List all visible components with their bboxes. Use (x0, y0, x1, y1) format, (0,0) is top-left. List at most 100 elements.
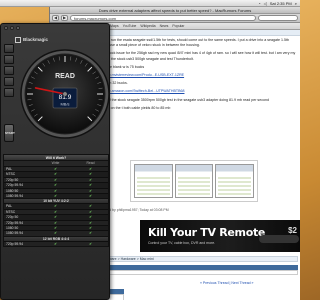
write-status: ✔ (54, 220, 57, 225)
table-row: NTSC ✔ ✔ (4, 171, 108, 176)
read-speed-gauge: READ 81.9 MB/s (20, 49, 110, 139)
column-header (4, 161, 38, 166)
write-status: ✔ (54, 177, 57, 182)
address-bar[interactable]: forums.macrumors.com (70, 15, 256, 21)
advertisement-banner[interactable]: Kill Your TV Remote Control your TV, cab… (140, 220, 300, 252)
read-status: ✔ (89, 183, 92, 188)
write-status: ✔ (54, 193, 57, 198)
column-header: Read (86, 161, 95, 165)
format-name: 720p 50 (6, 177, 19, 182)
post-paragraph: yeah I will run the esata seagate ssd/1.… (94, 38, 289, 48)
volume-icon[interactable]: ◁ (264, 0, 267, 6)
post-link[interactable]: http://www.mvisterreview.com/Produ...E-U… (94, 73, 298, 78)
table-row: PAL ✔ ✔ (4, 203, 108, 208)
format-name: PAL (6, 167, 13, 171)
format-name: PAL (6, 204, 13, 209)
needle-hub (62, 91, 68, 97)
read-status: ✔ (89, 215, 92, 220)
zoom-icon[interactable] (16, 26, 20, 30)
spotlight-icon[interactable]: ⌕ (295, 0, 297, 6)
attachment-thumbnail[interactable] (134, 164, 173, 198)
read-status: ✔ (89, 241, 92, 246)
column-header: Write (51, 161, 60, 165)
read-status: ✔ (89, 167, 92, 171)
table-row: 720p 50 ✔ ✔ (4, 176, 108, 183)
format-name: 720p 59.94 (6, 183, 23, 188)
attached-screenshots (130, 160, 258, 202)
speed-unit: MB/s (60, 102, 69, 107)
gauge-label: READ (55, 73, 75, 80)
format-name: 1080 50 (6, 225, 19, 230)
read-status: ✔ (89, 193, 92, 198)
start-button[interactable]: START (4, 124, 15, 142)
settings-button[interactable] (4, 44, 14, 53)
write-status: ✔ (54, 172, 57, 177)
attachment-thumbnail[interactable] (174, 164, 214, 198)
format-name: 720p 50 (6, 215, 19, 220)
table-row: 1080 50 ✔ ✔ (4, 224, 108, 230)
table-row: 720p 59.94 ✔ ✔ (4, 219, 108, 225)
post-paragraph: first test of the stock seagate 3500rpm … (94, 97, 270, 102)
close-icon[interactable] (4, 26, 8, 30)
read-status: ✔ (89, 172, 92, 177)
format-name: 720p 59.94 (6, 220, 23, 225)
attachment-thumbnail[interactable] (215, 164, 255, 198)
speedtest-titlebar (1, 24, 109, 33)
will-it-work-table: Will it Work? Write Read PAL ✔ ✔ NTSC ✔ ✔ 720p… (3, 154, 109, 248)
disk-speed-test-window: Blackmagic START READ 81.9 MB/s Will it … (0, 23, 110, 300)
post-paragraph: same test on the t both cable yields 80 … (94, 105, 171, 110)
post-paragraph: esat for the blank w is 75 bucks (94, 64, 145, 69)
table-row: 720p 59.94 ✔ ✔ (4, 240, 108, 247)
ad-subtitle: Control your TV, cable box, DVR and more… (148, 241, 216, 245)
write-status: ✔ (54, 209, 57, 214)
read-status: ✔ (89, 231, 92, 236)
bookmark-item[interactable]: News (160, 23, 169, 29)
format-name: 720p 59.94 (6, 241, 23, 246)
minimize-icon[interactable] (10, 26, 14, 30)
post-body: yeah I will run the esata seagate ssd/1.… (94, 38, 298, 114)
write-status: ✔ (54, 215, 57, 220)
side-button[interactable] (4, 77, 14, 86)
menu-bar: ◔ ◁ Sat 2:35 PM ⌕ (0, 0, 300, 7)
table-row: 1080 59.94 ✔ ✔ (4, 192, 108, 198)
table-column-headers: Write Read (4, 161, 108, 166)
format-name: 1080 50 (6, 188, 19, 193)
read-status: ✔ (89, 188, 92, 193)
format-name: NTSC (6, 172, 16, 177)
table-row: 720p 50 ✔ ✔ (4, 214, 108, 219)
table-row: PAL ✔ ✔ (4, 166, 108, 172)
side-buttons (4, 44, 14, 97)
format-name: 1080 59.94 (6, 231, 23, 236)
post-paragraph: I have a dock issue for the 256gb ssd my… (94, 51, 296, 61)
write-status: ✔ (54, 225, 57, 230)
write-status: ✔ (54, 167, 57, 171)
ad-title: Kill Your TV Remote (148, 226, 266, 239)
format-name: 1080 59.94 (6, 193, 23, 198)
bookmark-item[interactable]: Wikipedia (140, 23, 155, 29)
bookmark-item[interactable]: Popular (172, 23, 184, 29)
table-row: NTSC ✔ ✔ (4, 208, 108, 215)
menubar-clock[interactable]: Sat 2:35 PM (270, 0, 292, 6)
window-title: Does drive external adapters affect spee… (50, 7, 300, 14)
bookmark-item[interactable]: YouTube (123, 23, 137, 29)
write-status: ✔ (54, 204, 57, 209)
read-status: ✔ (89, 225, 92, 230)
read-status: ✔ (89, 204, 92, 209)
thread-pager[interactable]: « Previous Thread | Next Thread » (200, 281, 254, 285)
help-button[interactable] (4, 55, 14, 64)
back-button[interactable]: ◀ (52, 15, 59, 21)
read-status: ✔ (89, 220, 92, 225)
remote-image (259, 235, 299, 243)
post-link[interactable]: http://www.amazon.com/Swiftech-Bel...UTP… (94, 89, 298, 94)
forward-button[interactable]: ▶ (61, 15, 68, 21)
read-status: ✔ (89, 177, 92, 182)
browser-toolbar: ◀ ▶ forums.macrumors.com (50, 14, 300, 23)
write-status: ✔ (54, 231, 57, 236)
search-field[interactable] (258, 15, 298, 21)
side-button[interactable] (4, 66, 14, 75)
write-status: ✔ (54, 183, 57, 188)
side-button[interactable] (4, 88, 14, 97)
wifi-icon[interactable]: ◔ (258, 0, 260, 6)
ad-price: $2 (288, 226, 297, 235)
write-status: ✔ (54, 241, 57, 246)
